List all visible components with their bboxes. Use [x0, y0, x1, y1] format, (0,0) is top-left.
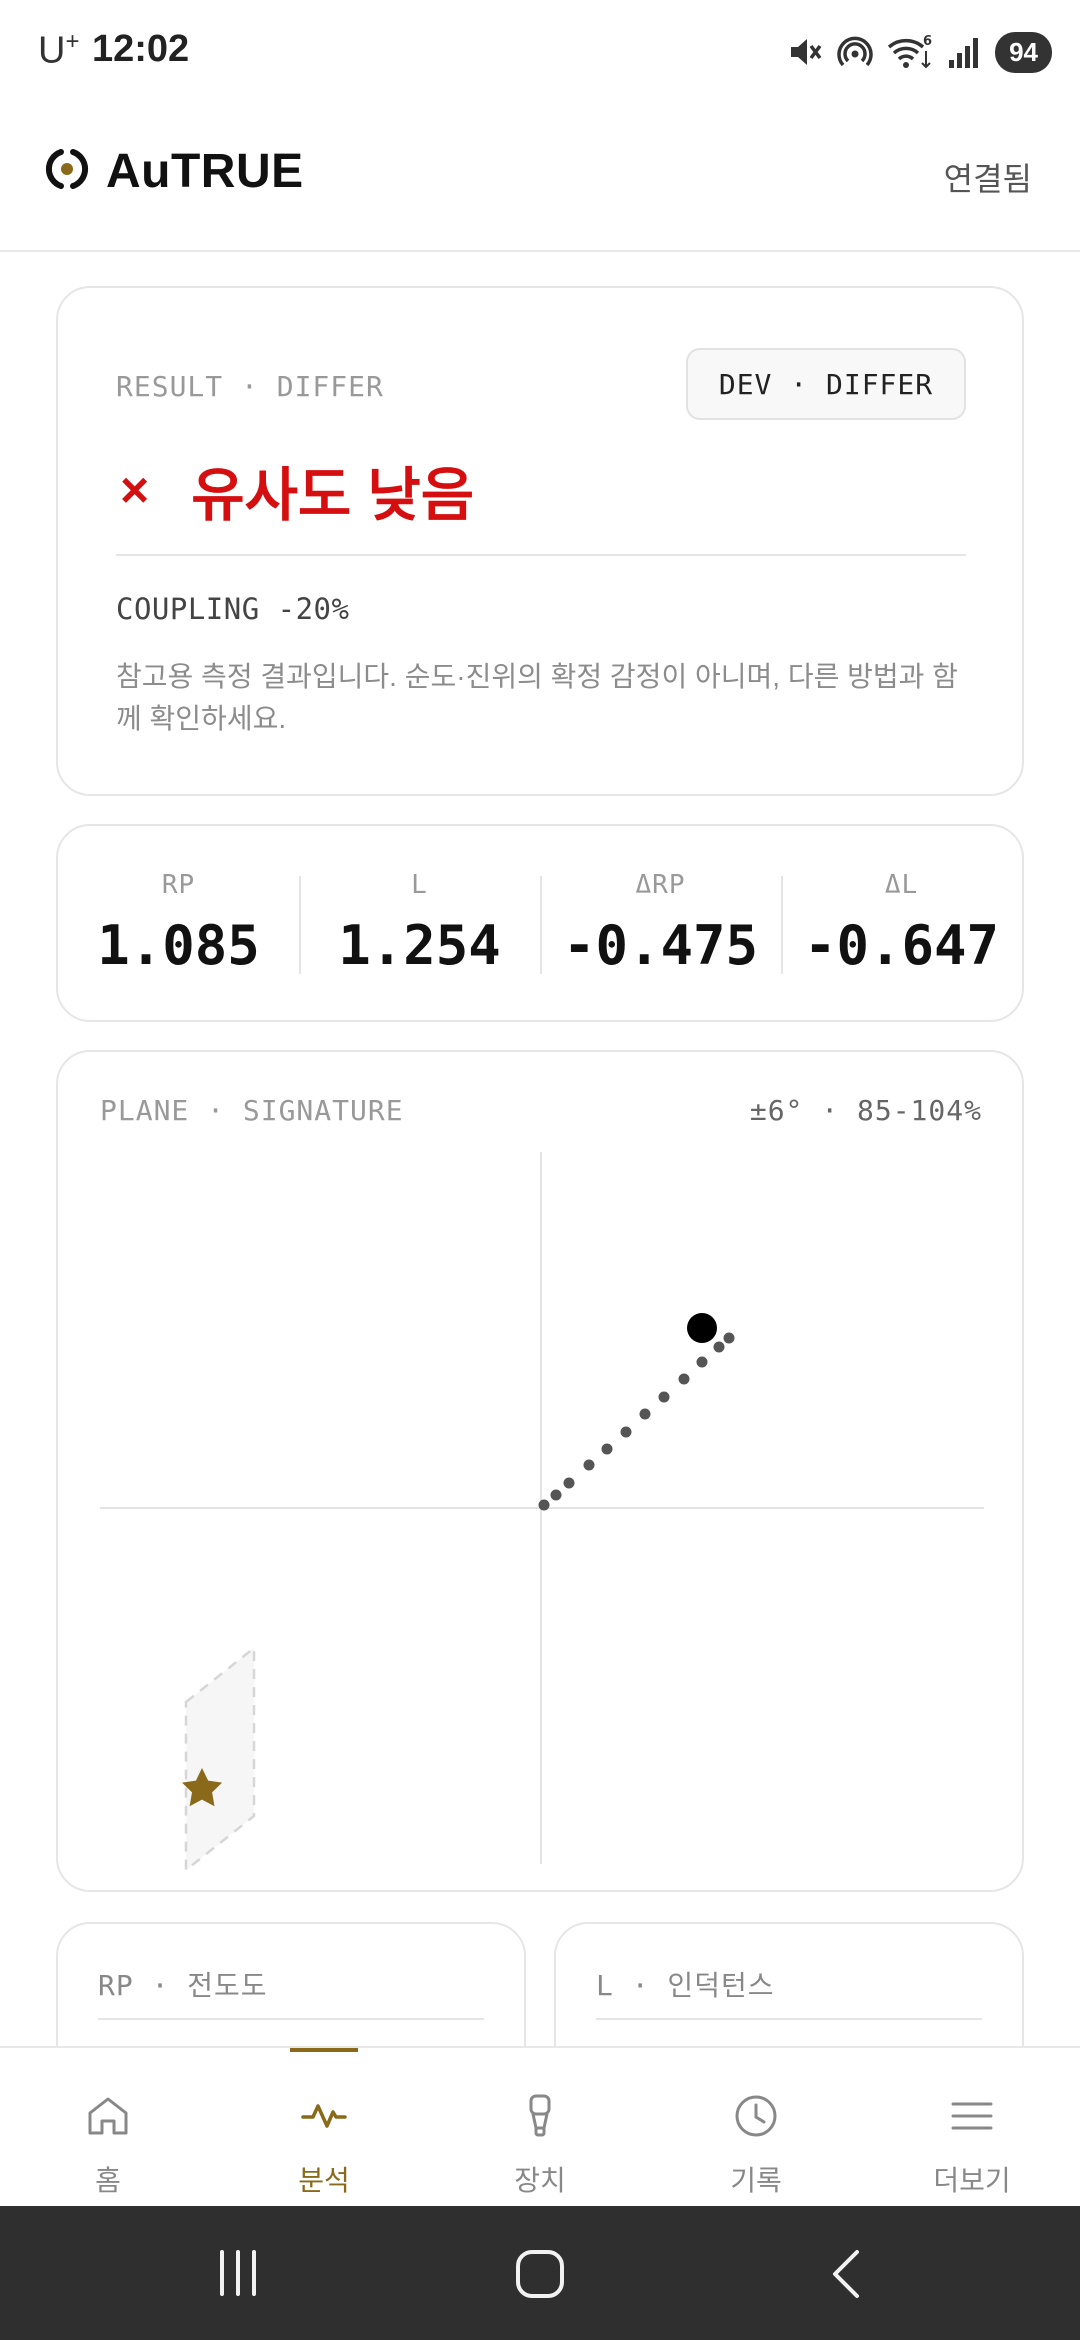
nav-label: 분석: [298, 2165, 350, 2196]
result-card: RESULT · DIFFER DEV · DIFFER × 유사도 낮음 CO…: [56, 286, 1024, 796]
close-icon: ×: [120, 462, 150, 518]
status-icons: 6 94: [787, 30, 1052, 74]
logo-icon: [44, 146, 90, 197]
plane-card: PLANE · SIGNATURE ±6° · 85-104%: [56, 1050, 1024, 1892]
mute-icon: [787, 34, 823, 70]
system-navigation-bar: [0, 2206, 1080, 2340]
current-point: [687, 1313, 717, 1343]
nav-home[interactable]: 홈: [0, 2048, 216, 2206]
active-indicator: [290, 2048, 358, 2052]
nav-more[interactable]: 더보기: [864, 2048, 1080, 2206]
metric-label: L: [411, 869, 428, 900]
device-icon: [516, 2092, 564, 2145]
wifi-6-icon: 6: [887, 33, 933, 71]
divider: [596, 2018, 982, 2020]
metric-delta-l: ΔL -0.647: [781, 826, 1022, 1020]
status-bar: U+ 12:02 6 94: [0, 0, 1080, 100]
metric-label: ΔL: [884, 869, 919, 900]
nav-label: 장치: [514, 2165, 566, 2196]
back-icon[interactable]: [820, 2244, 870, 2302]
trajectory-path: [538, 1332, 735, 1511]
carrier-label: U+: [38, 28, 80, 72]
recent-apps-icon[interactable]: [210, 2244, 260, 2302]
metric-value: -0.647: [803, 913, 1000, 977]
svg-text:6: 6: [923, 34, 932, 49]
signal-icon: [947, 34, 981, 70]
verdict-text: 유사도 낮음: [191, 463, 475, 528]
pulse-icon: [300, 2092, 348, 2145]
metric-l: L 1.254: [299, 826, 540, 1020]
nav-history[interactable]: 기록: [648, 2048, 864, 2206]
metric-value: 1.085: [97, 913, 260, 977]
signature-plane: [100, 1152, 984, 1873]
app-header: AuTRUE 연결됨: [0, 100, 1080, 252]
app-name: AuTRUE: [106, 145, 304, 198]
app-logo: AuTRUE: [44, 144, 304, 199]
metric-label: RP: [161, 869, 196, 900]
connection-status[interactable]: 연결됨: [944, 154, 1032, 200]
battery-indicator: 94: [995, 31, 1052, 73]
metric-value: 1.254: [338, 913, 501, 977]
verdict: × 유사도 낮음: [120, 448, 474, 532]
hotspot-icon: [837, 34, 873, 70]
home-icon: [84, 2092, 132, 2145]
metric-delta-rp: ΔRP -0.475: [540, 826, 781, 1020]
metric-label: ΔRP: [635, 869, 686, 900]
disclaimer-text: 참고용 측정 결과입니다. 순도·진위의 확정 감정이 아니며, 다른 방법과 …: [116, 661, 958, 734]
sub-card-title: RP · 전도도: [98, 1969, 268, 2002]
sub-card-title: L · 인덕턴스: [596, 1969, 775, 2002]
nav-label: 기록: [730, 2165, 782, 2196]
result-eyebrow: RESULT · DIFFER: [116, 370, 384, 403]
divider: [98, 2018, 484, 2020]
menu-icon: [948, 2092, 996, 2145]
divider: [116, 554, 966, 556]
nav-label: 더보기: [933, 2165, 1011, 2196]
metric-rp: RP 1.085: [58, 826, 299, 1020]
metric-value: -0.475: [562, 913, 759, 977]
coupling-value: COUPLING -20%: [116, 592, 350, 626]
nav-device[interactable]: 장치: [432, 2048, 648, 2206]
home-button-icon[interactable]: [516, 2250, 564, 2298]
metrics-card: RP 1.085 L 1.254 ΔRP -0.475 ΔL -0.647: [56, 824, 1024, 1022]
nav-analysis[interactable]: 분석: [216, 2048, 432, 2206]
status-time: 12:02: [92, 28, 190, 70]
clock-icon: [732, 2092, 780, 2145]
dev-chip: DEV · DIFFER: [686, 348, 966, 420]
tolerance-region: [184, 1645, 256, 1873]
bottom-nav: 홈 분석 장치 기록 더보기: [0, 2046, 1080, 2206]
nav-label: 홈: [95, 2165, 121, 2196]
